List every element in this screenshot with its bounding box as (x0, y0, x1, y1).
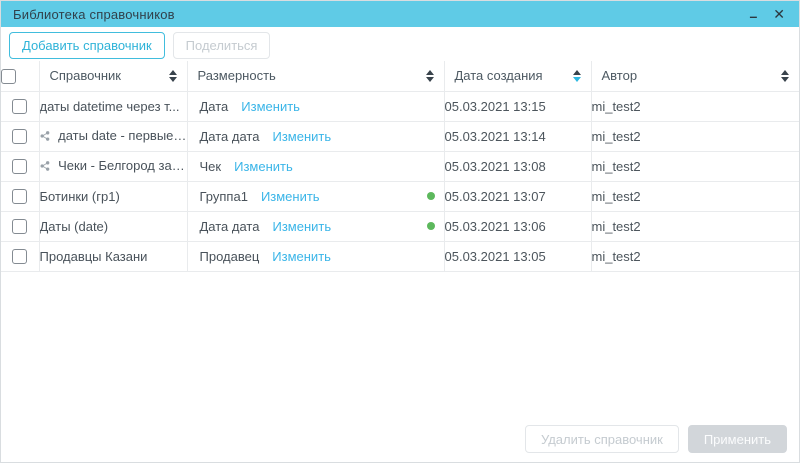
author: mi_test2 (591, 151, 799, 181)
window-controls: – ✕ (749, 7, 789, 21)
shared-icon (40, 159, 50, 174)
delete-dictionary-button[interactable]: Удалить справочник (525, 425, 679, 453)
author: mi_test2 (591, 211, 799, 241)
row-checkbox[interactable] (12, 159, 27, 174)
table-row: Чеки - Белгород за но... Чек Изменить 05… (1, 151, 799, 181)
edit-link[interactable]: Изменить (272, 249, 331, 264)
minimize-icon[interactable]: – (749, 9, 757, 23)
dictionaries-table: Справочник Размерность Дата создания Авт… (1, 61, 799, 272)
table-row: Ботинки (гр1) Группа1 Изменить 05.03.202… (1, 181, 799, 211)
dimension-value: Дата (200, 99, 229, 114)
table-row: Продавцы Казани Продавец Изменить 05.03.… (1, 241, 799, 271)
created-date: 05.03.2021 13:14 (444, 121, 591, 151)
dictionary-library-dialog: Библиотека справочников – ✕ Добавить спр… (0, 0, 800, 463)
close-icon[interactable]: ✕ (773, 7, 785, 21)
window-title: Библиотека справочников (13, 7, 749, 22)
dimension-value: Дата дата (200, 129, 260, 144)
row-checkbox[interactable] (12, 129, 27, 144)
edit-link[interactable]: Изменить (272, 129, 331, 144)
column-header-dimension: Размерность (198, 68, 276, 83)
dimension-value: Группа1 (200, 189, 248, 204)
author: mi_test2 (591, 91, 799, 121)
edit-link[interactable]: Изменить (272, 219, 331, 234)
dictionary-name: Ботинки (гр1) (40, 189, 120, 204)
dictionary-name: Даты (date) (40, 219, 109, 234)
add-dictionary-button[interactable]: Добавить справочник (9, 32, 165, 59)
dimension-value: Дата дата (200, 219, 260, 234)
footer: Удалить справочник Применить (525, 425, 787, 453)
row-checkbox[interactable] (12, 189, 27, 204)
active-indicator (427, 222, 435, 230)
share-button[interactable]: Поделиться (173, 32, 271, 59)
dictionary-name: Продавцы Казани (40, 249, 148, 264)
row-checkbox[interactable] (12, 249, 27, 264)
author: mi_test2 (591, 121, 799, 151)
created-date: 05.03.2021 13:08 (444, 151, 591, 181)
sort-icon-author[interactable] (781, 70, 789, 82)
sort-icon-dictionary[interactable] (169, 70, 177, 82)
toolbar: Добавить справочник Поделиться (1, 27, 799, 61)
table-header-row: Справочник Размерность Дата создания Авт… (1, 61, 799, 91)
sort-icon-created[interactable] (573, 70, 581, 82)
column-header-author: Автор (602, 68, 638, 83)
table-row: даты date - первые дв... Дата дата Измен… (1, 121, 799, 151)
edit-link[interactable]: Изменить (261, 189, 320, 204)
dimension-value: Чек (200, 159, 222, 174)
edit-link[interactable]: Изменить (241, 99, 300, 114)
created-date: 05.03.2021 13:05 (444, 241, 591, 271)
column-header-dictionary: Справочник (50, 68, 122, 83)
row-checkbox[interactable] (12, 99, 27, 114)
row-checkbox[interactable] (12, 219, 27, 234)
created-date: 05.03.2021 13:07 (444, 181, 591, 211)
header-checkbox[interactable] (1, 69, 16, 84)
created-date: 05.03.2021 13:06 (444, 211, 591, 241)
sort-icon-dimension[interactable] (426, 70, 434, 82)
author: mi_test2 (591, 181, 799, 211)
dictionary-name: даты datetime через т... (40, 99, 180, 114)
table-row: Даты (date) Дата дата Изменить 05.03.202… (1, 211, 799, 241)
apply-button[interactable]: Применить (688, 425, 787, 453)
dictionary-name: Чеки - Белгород за но... (58, 158, 187, 173)
dictionary-name: даты date - первые дв... (58, 128, 187, 143)
titlebar: Библиотека справочников – ✕ (1, 1, 799, 27)
active-indicator (427, 192, 435, 200)
dimension-value: Продавец (200, 249, 260, 264)
table-row: даты datetime через т... Дата Изменить 0… (1, 91, 799, 121)
edit-link[interactable]: Изменить (234, 159, 293, 174)
author: mi_test2 (591, 241, 799, 271)
created-date: 05.03.2021 13:15 (444, 91, 591, 121)
column-header-created: Дата создания (455, 68, 543, 83)
shared-icon (40, 129, 50, 144)
